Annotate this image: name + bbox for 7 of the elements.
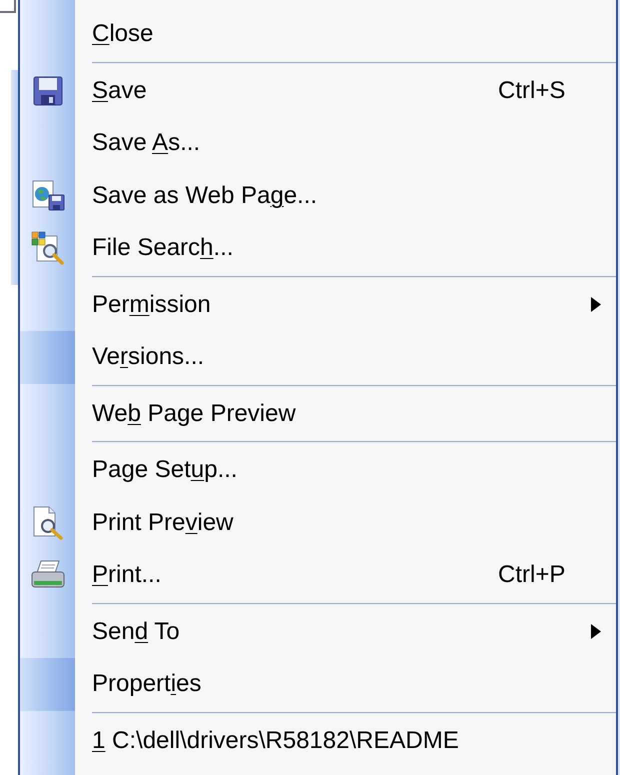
submenu-arrow-icon	[591, 297, 601, 312]
submenu-arrow-icon	[591, 624, 601, 640]
globe-document-icon	[30, 180, 64, 212]
document-magnifier-icon	[30, 231, 64, 266]
shortcut-text: Ctrl+S	[498, 76, 566, 104]
page-magnifier-icon	[32, 506, 64, 540]
shortcut-text: Ctrl+P	[498, 561, 566, 588]
